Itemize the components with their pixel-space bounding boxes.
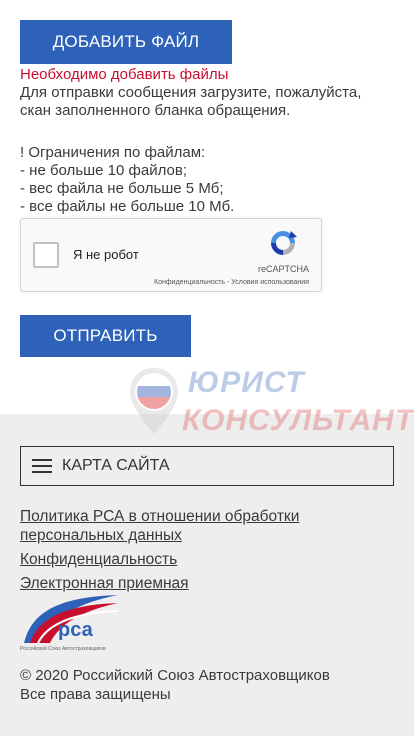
sitemap-toggle[interactable]: КАРТА САЙТА xyxy=(20,446,394,486)
help-line: Для отправки сообщения загрузите, пожалу… xyxy=(20,84,362,101)
captcha-checkbox[interactable] xyxy=(33,242,59,268)
sitemap-label: КАРТА САЙТА xyxy=(62,457,170,474)
svg-text:рса: рса xyxy=(58,619,94,641)
logo-subtitle: Российский Союз Автостраховщиков xyxy=(20,646,106,652)
add-file-button[interactable]: ДОБАВИТЬ ФАЙЛ xyxy=(20,20,232,64)
file-limits: ! Ограничения по файлам: - не больше 10 … xyxy=(20,144,400,216)
limits-line: - не больше 10 файлов; xyxy=(20,162,187,179)
rsa-logo: рса xyxy=(24,595,119,644)
help-line: скан заполненного бланка обращения. xyxy=(20,102,291,119)
limits-line: ! Ограничения по файлам: xyxy=(20,144,206,161)
upload-help-text: Для отправки сообщения загрузите, пожалу… xyxy=(20,84,400,120)
watermark-line1: ЮРИСТ xyxy=(188,366,305,399)
confidentiality-link[interactable]: Конфиденциальность xyxy=(20,550,400,569)
privacy-policy-link[interactable]: Политика РСА в отношении обработки xyxy=(20,507,400,526)
recaptcha-logo-icon xyxy=(271,231,297,255)
copyright: © 2020 Российский Союз Автостраховщиков … xyxy=(20,666,330,704)
error-message: Необходимо добавить файлы xyxy=(20,66,229,83)
captcha-label: Я не робот xyxy=(73,247,139,262)
rights-line: Все права защищены xyxy=(20,686,171,703)
footer-links: Политика РСА в отношении обработки персо… xyxy=(20,507,400,598)
copyright-line: © 2020 Российский Союз Автостраховщиков xyxy=(20,667,330,684)
privacy-policy-link-cont[interactable]: персональных данных xyxy=(20,526,400,545)
hamburger-icon xyxy=(32,459,52,473)
watermark-line2: КОНСУЛЬТАНТ xyxy=(182,404,414,437)
recaptcha-links[interactable]: Конфиденциальность - Условия использован… xyxy=(154,279,309,286)
watermark: ЮРИСТ КОНСУЛЬТАНТ xyxy=(128,366,413,444)
limits-line: - все файлы не больше 10 Мб. xyxy=(20,198,235,215)
recaptcha-widget: Я не робот reCAPTCHA Конфиденциальность … xyxy=(20,218,322,292)
limits-line: - вес файла не больше 5 Мб; xyxy=(20,180,224,197)
recaptcha-brand: reCAPTCHA xyxy=(257,264,309,274)
send-button[interactable]: ОТПРАВИТЬ xyxy=(20,315,191,357)
map-pin-icon xyxy=(130,368,178,434)
